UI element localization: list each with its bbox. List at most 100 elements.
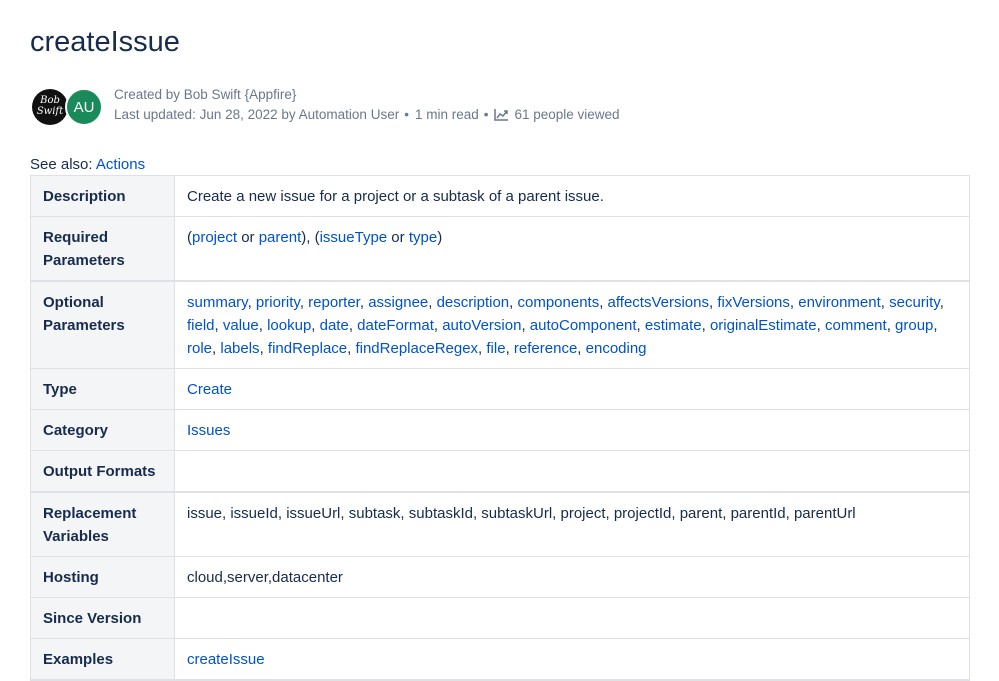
param-link-value[interactable]: value [223, 317, 259, 334]
table-row-category: Category Issues [30, 409, 970, 451]
or-text: or [387, 229, 409, 246]
table-row-type: Type Create [30, 368, 970, 410]
comma-separator: , [816, 317, 825, 334]
comma-separator: , [299, 294, 309, 311]
table-row-since-version: Since Version [30, 597, 970, 639]
param-link-issuetype[interactable]: issueType [320, 229, 388, 246]
punct: ), ( [301, 229, 320, 246]
created-by: Created by Bob Swift {Appfire} [114, 87, 297, 102]
views-count: 61 people viewed [514, 107, 620, 122]
param-link-date[interactable]: date [320, 317, 349, 334]
comma-separator: , [348, 317, 358, 334]
table-row-replacement-variables: Replacement Variables issue, issueId, is… [30, 491, 970, 557]
comma-separator: , [939, 294, 944, 311]
byline-line2: Last updated: Jun 28, 2022 by Automation… [114, 105, 620, 125]
param-link-estimate[interactable]: estimate [645, 317, 702, 334]
param-link-description[interactable]: description [437, 294, 510, 311]
avatar-bob-swift[interactable]: Bob Swift [32, 89, 68, 125]
row-header: Category [30, 409, 175, 451]
last-updated: Last updated: Jun 28, 2022 by Automation… [114, 107, 400, 122]
param-link-file[interactable]: file [486, 340, 505, 357]
comma-separator: , [259, 340, 268, 357]
row-header: Required Parameters [30, 216, 175, 282]
comma-separator: , [311, 317, 320, 334]
comma-separator: , [359, 294, 369, 311]
optional-parameters-value: summary, priority, reporter, assignee, d… [174, 280, 970, 369]
row-header: Output Formats [30, 450, 175, 493]
param-link-labels[interactable]: labels [220, 340, 259, 357]
param-link-affectsversions[interactable]: affectsVersions [608, 294, 709, 311]
comma-separator: , [505, 340, 514, 357]
see-also-actions-link[interactable]: Actions [96, 156, 145, 173]
or-text: or [237, 229, 259, 246]
param-link-encoding[interactable]: encoding [586, 340, 647, 357]
required-parameters-value: (project or parent), (issueType or type) [174, 216, 970, 282]
comma-separator: , [258, 317, 268, 334]
param-link-priority[interactable]: priority [256, 294, 300, 311]
replacement-variables-value: issue, issueId, issueUrl, subtask, subta… [174, 491, 970, 557]
param-link-autocomponent[interactable]: autoComponent [530, 317, 637, 334]
category-issues-link[interactable]: Issues [187, 422, 230, 439]
read-time: 1 min read [414, 107, 479, 122]
byline-text: Created by Bob Swift {Appfire} Last upda… [114, 85, 620, 125]
avatar-bob-line1: Bob [40, 95, 60, 106]
comma-separator: , [636, 317, 645, 334]
comma-separator: , [577, 340, 586, 357]
page-title: createIssue [30, 26, 180, 58]
param-link-type[interactable]: type [409, 229, 437, 246]
row-header: Hosting [30, 556, 175, 598]
since-version-value [174, 597, 970, 639]
row-header: Optional Parameters [30, 280, 175, 369]
param-link-fixversions[interactable]: fixVersions [717, 294, 790, 311]
table-row-optional-parameters: Optional Parameters summary, priority, r… [30, 280, 970, 369]
param-link-group[interactable]: group [895, 317, 933, 334]
chart-trend-icon [494, 109, 509, 121]
param-link-autoversion[interactable]: autoVersion [442, 317, 521, 334]
param-link-comment[interactable]: comment [825, 317, 887, 334]
param-link-environment[interactable]: environment [798, 294, 881, 311]
punct: ) [437, 229, 443, 246]
table-row-description: Description Create a new issue for a pro… [30, 175, 970, 217]
views-button[interactable]: 61 people viewed [494, 107, 620, 122]
param-link-field[interactable]: field [187, 317, 215, 334]
comma-separator: , [701, 317, 710, 334]
avatar-bob-line2: Swift [36, 106, 64, 117]
param-link-dateformat[interactable]: dateFormat [357, 317, 434, 334]
row-header: Replacement Variables [30, 491, 175, 557]
examples-value: createIssue [174, 638, 970, 681]
comma-separator: , [433, 317, 443, 334]
param-link-security[interactable]: security [889, 294, 940, 311]
comma-separator: , [247, 294, 256, 311]
param-link-role[interactable]: role [187, 340, 212, 357]
example-createissue-link[interactable]: createIssue [187, 651, 265, 668]
hosting-value: cloud,server,datacenter [174, 556, 970, 598]
param-link-summary[interactable]: summary [187, 294, 248, 311]
avatar-automation-user[interactable]: AU [65, 88, 103, 126]
comma-separator: , [880, 294, 890, 311]
param-link-project[interactable]: project [192, 229, 237, 246]
param-link-reference[interactable]: reference [514, 340, 577, 357]
row-header: Since Version [30, 597, 175, 639]
comma-separator: , [599, 294, 608, 311]
param-link-lookup[interactable]: lookup [267, 317, 311, 334]
param-link-parent[interactable]: parent [259, 229, 302, 246]
output-formats-value [174, 450, 970, 493]
comma-separator: , [521, 317, 530, 334]
separator: • [404, 107, 409, 122]
comma-separator: , [214, 317, 223, 334]
param-link-findreplace[interactable]: findReplace [268, 340, 347, 357]
comma-separator: , [886, 317, 896, 334]
table-row-required-parameters: Required Parameters (project or parent),… [30, 216, 970, 282]
param-link-findreplaceregex[interactable]: findReplaceRegex [355, 340, 478, 357]
row-header: Description [30, 175, 175, 217]
param-link-assignee[interactable]: assignee [368, 294, 428, 311]
param-link-components[interactable]: components [517, 294, 599, 311]
category-value: Issues [174, 409, 970, 451]
param-link-reporter[interactable]: reporter [308, 294, 360, 311]
properties-table: Description Create a new issue for a pro… [30, 175, 970, 681]
table-row-output-formats: Output Formats [30, 450, 970, 493]
comma-separator: , [933, 317, 938, 334]
type-create-link[interactable]: Create [187, 381, 232, 398]
param-link-originalestimate[interactable]: originalEstimate [710, 317, 817, 334]
type-value: Create [174, 368, 970, 410]
